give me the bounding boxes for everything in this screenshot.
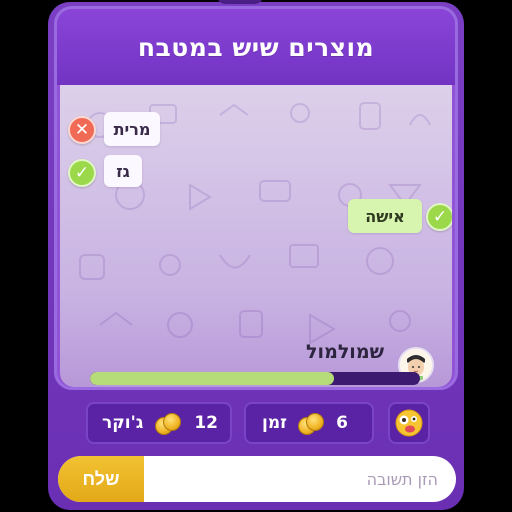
category-title: מוצרים שיש במטבח <box>137 32 375 62</box>
progress-bar <box>90 372 420 385</box>
guess-text: אישה <box>365 206 405 226</box>
emoji-button[interactable] <box>388 402 430 444</box>
answer-bar: שלח <box>58 456 456 502</box>
joker-count: 12 <box>194 413 218 433</box>
stats-row: ג'וקר 12 זמן 6 <box>86 402 430 444</box>
answer-input[interactable] <box>144 456 456 502</box>
check-icon: ✓ <box>68 159 96 187</box>
guess-text: גז <box>116 161 130 181</box>
card-header: מוצרים שיש במטבח <box>57 9 455 85</box>
crazy-face-emoji-icon <box>395 409 423 437</box>
guess-bubble: גז <box>104 155 142 187</box>
joker-label: ג'וקר <box>102 413 144 433</box>
guess-bubble: מרית <box>104 112 160 146</box>
top-notch <box>216 0 264 4</box>
time-count: 6 <box>336 413 348 433</box>
category-card: מוצרים שיש במטבח מרית ✕ גז ✓ אישה ✓ שמול… <box>54 6 458 390</box>
guess-text: מרית <box>113 119 151 139</box>
progress-fill <box>90 372 335 385</box>
chat-area: מרית ✕ גז ✓ אישה ✓ שמולמול <box>60 85 452 387</box>
time-counter[interactable]: זמן 6 <box>244 402 374 444</box>
wrong-icon: ✕ <box>68 116 96 144</box>
send-button[interactable]: שלח <box>58 456 144 502</box>
guess-bubble: אישה <box>348 199 422 233</box>
coins-icon <box>297 411 326 435</box>
coins-icon <box>154 411 183 435</box>
joker-counter[interactable]: ג'וקר 12 <box>86 402 232 444</box>
check-icon: ✓ <box>426 203 452 231</box>
time-label: זמן <box>262 413 287 433</box>
player-name: שמולמול <box>306 341 384 363</box>
